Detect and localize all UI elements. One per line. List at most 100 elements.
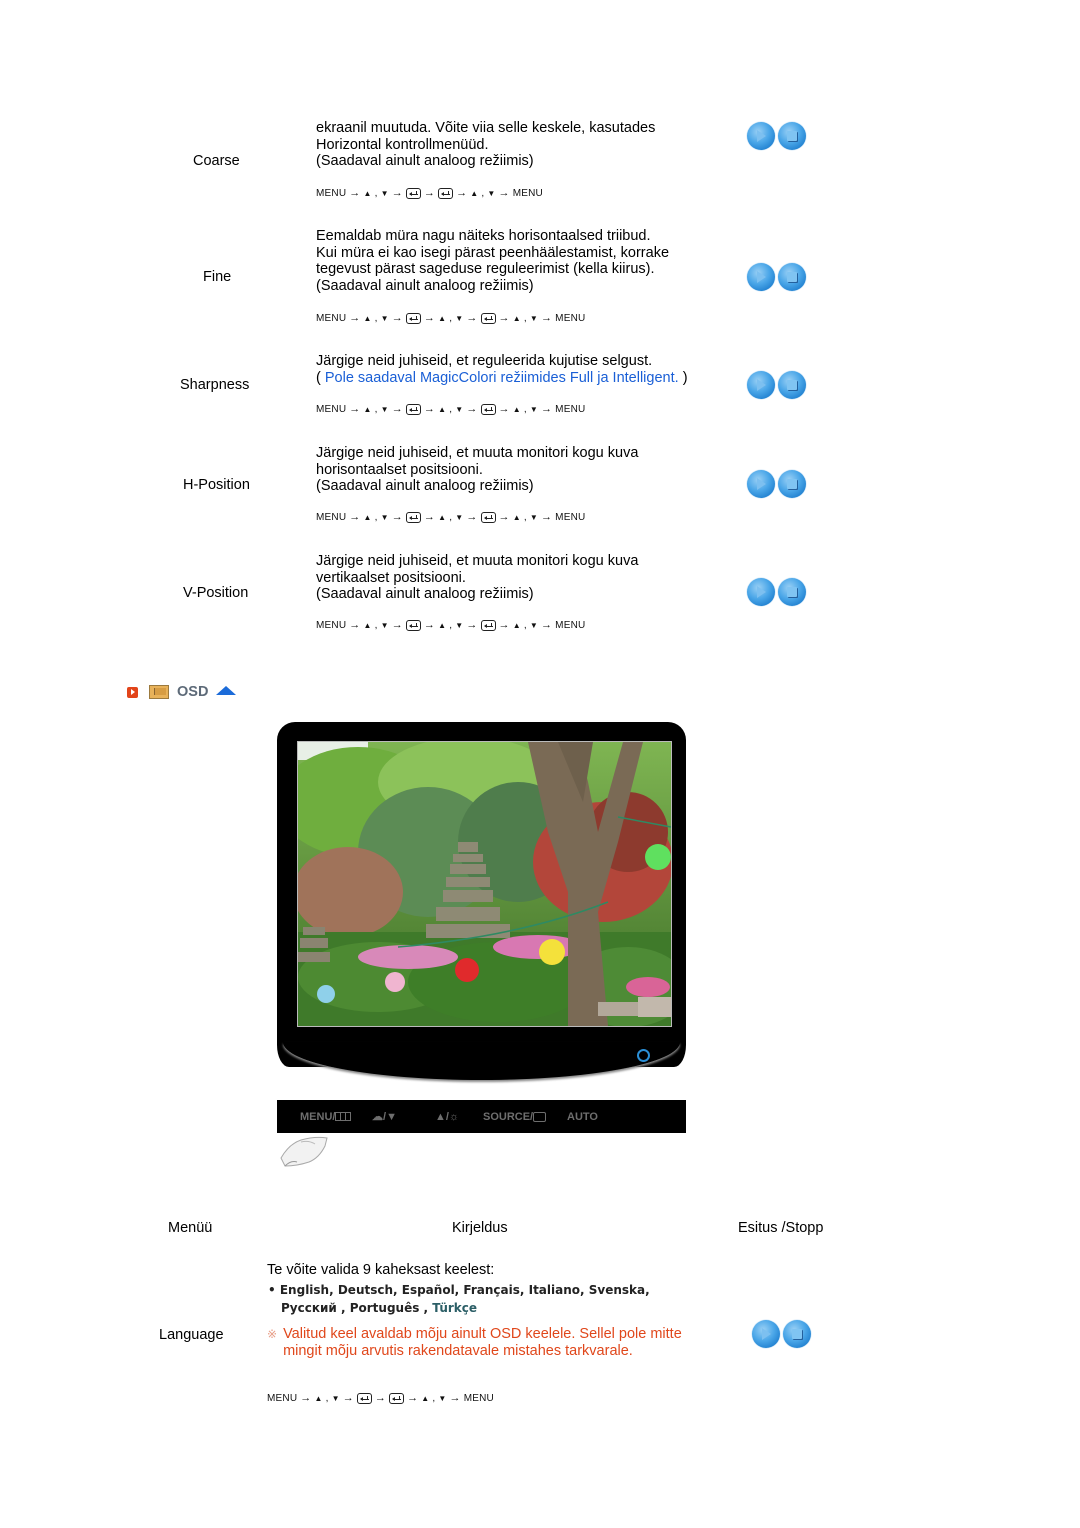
up-key-icon: ▲ (363, 188, 372, 198)
up-triangle-icon: ▲ (435, 1110, 446, 1123)
desc-line: Järgige neid juhiseid, et muuta monitori… (316, 445, 639, 461)
arrow-right-icon: → (456, 187, 468, 199)
enter-key-icon (480, 511, 496, 523)
play-stop-controls-h-position (747, 470, 806, 498)
row-desc-fine: Eemaldab müra nagu näiteks horisontaalse… (316, 228, 669, 294)
stop-button[interactable] (783, 1320, 811, 1348)
play-button[interactable] (752, 1320, 780, 1348)
up-key-icon: ▲ (363, 404, 372, 414)
play-stop-controls-coarse (747, 122, 806, 150)
separator: , (449, 619, 453, 631)
down-key-icon: ▼ (438, 1393, 447, 1403)
stop-button[interactable] (778, 470, 806, 498)
menu-key-label: MENU (316, 187, 347, 199)
play-button[interactable] (747, 470, 775, 498)
arrow-right-icon: → (349, 403, 361, 415)
key-path-v-position: MENU → ▲, ▼ → → ▲, ▼ → → ▲, ▼ → MENU (316, 619, 585, 631)
menu-key-label: MENU (316, 403, 347, 415)
row-desc-sharpness: Järgige neid juhiseid, et reguleerida ku… (316, 353, 688, 386)
enter-key-icon (405, 312, 421, 324)
down-key-icon: ▼ (455, 512, 464, 522)
separator: , (374, 403, 378, 415)
desc-line: horisontaalset positsiooni. (316, 461, 483, 478)
down-key-icon: ▼ (487, 188, 496, 198)
arrow-right-icon: → (300, 1392, 312, 1404)
menu-key-label: MENU (316, 312, 347, 324)
arrow-right-icon: → (466, 403, 478, 415)
key-path-coarse: MENU → ▲, ▼ → → → ▲, ▼ → MENU (316, 187, 543, 199)
garden-photo (298, 742, 671, 1026)
desc-line: (Saadaval ainult analoog režiimis) (316, 153, 534, 169)
control-menu-button[interactable]: MENU/ (300, 1111, 352, 1123)
up-key-icon: ▲ (314, 1393, 323, 1403)
separator: , (374, 187, 378, 199)
play-button[interactable] (747, 578, 775, 606)
arrow-right-icon: → (466, 619, 478, 631)
stop-button[interactable] (778, 578, 806, 606)
arrow-right-icon: → (349, 619, 361, 631)
control-auto-button[interactable]: AUTO (567, 1111, 598, 1123)
enter-icon (533, 1111, 547, 1122)
monitor-control-bar: MENU/ ☁/▼ ▲/☼ SOURCE/ AUTO (277, 1100, 686, 1133)
down-triangle-icon: ▼ (386, 1111, 397, 1123)
language-intro: Te võite valida 9 kaheksast keelest: (267, 1262, 495, 1278)
column-header-menu: Menüü (168, 1220, 213, 1236)
play-button[interactable] (747, 122, 775, 150)
enter-key-icon (438, 187, 454, 199)
osd-section-header: OSD (127, 684, 237, 700)
menu-key-label: MENU (463, 1392, 494, 1404)
note-line: mingit mõju arvutis rakendatavale mistah… (283, 1342, 633, 1359)
desc-line: Järgige neid juhiseid, et muuta monitori… (316, 553, 639, 569)
enter-key-icon (356, 1392, 372, 1404)
back-to-top-icon[interactable] (216, 685, 237, 695)
play-button[interactable] (747, 263, 775, 291)
arrow-right-icon: → (498, 403, 510, 415)
stop-button[interactable] (778, 122, 806, 150)
separator: , (523, 403, 527, 415)
control-up-brightness-button[interactable]: ▲/☼ (435, 1111, 459, 1123)
up-key-icon: ▲ (512, 313, 521, 323)
separator: , (523, 619, 527, 631)
column-header-play-stop: Esitus /Stopp (738, 1220, 824, 1236)
arrow-right-icon: → (449, 1392, 461, 1404)
play-button[interactable] (747, 371, 775, 399)
control-magicbright-down-button[interactable]: ☁/▼ (372, 1110, 397, 1123)
desc-line: (Saadaval ainult analoog režiimis) (316, 586, 534, 602)
menu-key-label: MENU (555, 312, 586, 324)
row-label-language: Language (159, 1327, 224, 1343)
key-path-sharpness: MENU → ▲, ▼ → → ▲, ▼ → → ▲, ▼ → MENU (316, 403, 585, 415)
arrow-right-icon: → (498, 619, 510, 631)
stop-button[interactable] (778, 371, 806, 399)
up-key-icon: ▲ (470, 188, 479, 198)
osd-section-title: OSD (177, 684, 209, 700)
section-play-icon[interactable] (127, 686, 138, 698)
arrow-right-icon: → (349, 187, 361, 199)
language-note: ※ Valitud keel avaldab mõju ainult OSD k… (267, 1326, 682, 1359)
control-source-button[interactable]: SOURCE/ (483, 1111, 547, 1123)
down-key-icon: ▼ (529, 313, 538, 323)
separator: , (449, 403, 453, 415)
up-key-icon: ▲ (438, 512, 447, 522)
separator: , (523, 312, 527, 324)
desc-line: Eemaldab müra nagu näiteks horisontaalse… (316, 228, 651, 244)
power-indicator-icon (637, 1049, 650, 1062)
desc-line: (Saadaval ainult analoog režiimis) (316, 277, 534, 294)
separator: , (432, 1392, 436, 1404)
arrow-right-icon: → (540, 403, 553, 415)
arrow-right-icon: → (407, 1392, 419, 1404)
brightness-sun-icon: ☼ (448, 1110, 460, 1123)
enter-key-icon (389, 1392, 405, 1404)
down-key-icon: ▼ (529, 620, 538, 630)
key-path-h-position: MENU → ▲, ▼ → → ▲, ▼ → → ▲, ▼ → MENU (316, 511, 585, 523)
stop-button[interactable] (778, 263, 806, 291)
play-stop-controls-language (752, 1320, 811, 1348)
arrow-right-icon: → (540, 619, 553, 631)
magiccolor-note-text: Pole saadaval MagicColori režiimides Ful… (324, 369, 679, 386)
separator: , (374, 511, 378, 523)
arrow-right-icon: → (423, 403, 436, 415)
up-key-icon: ▲ (512, 620, 521, 630)
monitor-screen-photo (297, 741, 672, 1027)
desc-line: tegevust pärast sageduse reguleerimist (… (316, 261, 655, 277)
key-path-language: MENU → ▲, ▼ → → → ▲, ▼ → MENU (267, 1392, 494, 1404)
up-key-icon: ▲ (421, 1393, 430, 1403)
